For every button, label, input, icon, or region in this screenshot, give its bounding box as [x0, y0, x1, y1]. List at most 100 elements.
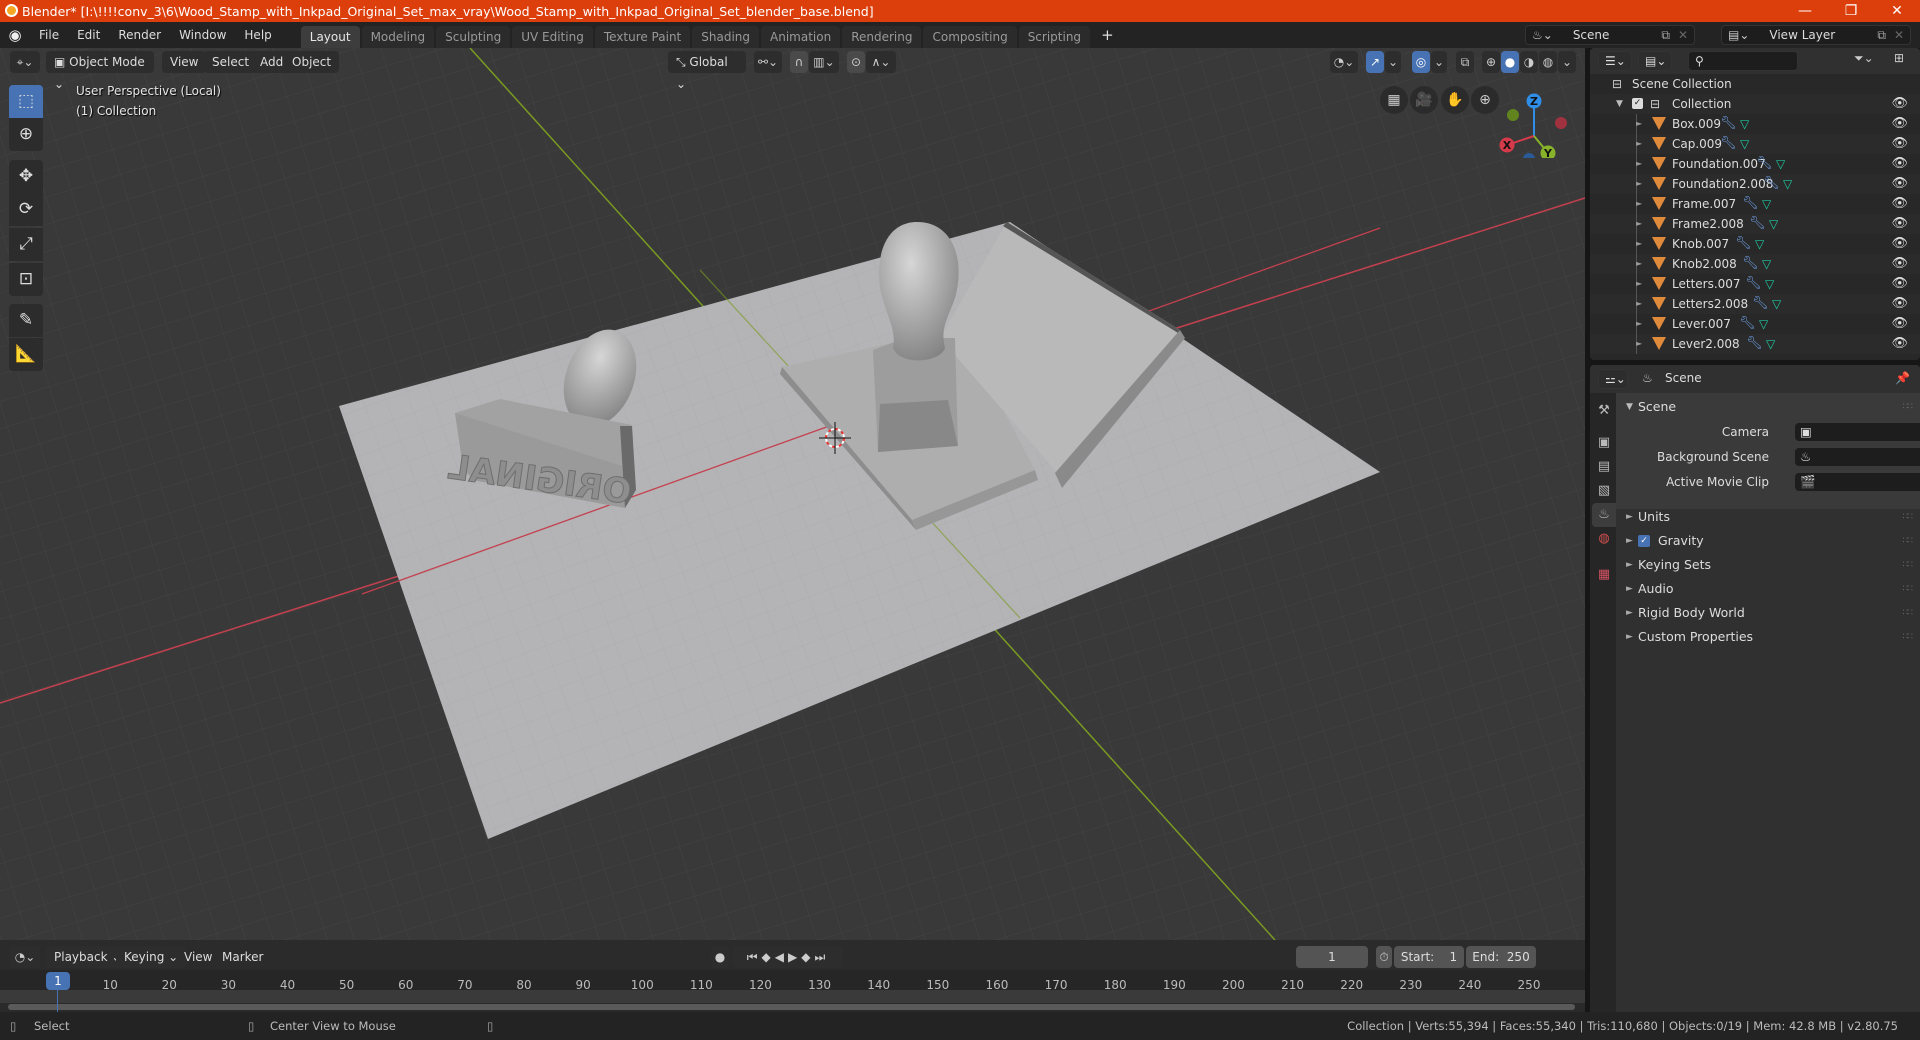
- section-custom-properties[interactable]: ► Custom Properties ∷∷: [1616, 625, 1920, 649]
- scene-tab-icon[interactable]: ♨: [1592, 503, 1616, 527]
- pan-hand-icon[interactable]: ✋: [1441, 86, 1469, 114]
- drag-grip-icon[interactable]: ∷∷: [1903, 505, 1914, 529]
- eye-icon[interactable]: 👁: [1891, 314, 1908, 334]
- tab-uv-editing[interactable]: UV Editing: [512, 26, 593, 48]
- expand-arrow-icon[interactable]: ►: [1636, 174, 1642, 194]
- gravity-checkbox[interactable]: ✓: [1638, 535, 1650, 547]
- jump-start-icon[interactable]: ⏮: [747, 950, 762, 964]
- drag-grip-icon[interactable]: ∷∷: [1903, 577, 1914, 601]
- shading-material-icon[interactable]: ◑: [1520, 51, 1538, 73]
- eye-icon[interactable]: 👁: [1891, 254, 1908, 274]
- transform-tool-icon[interactable]: ⊡: [9, 263, 43, 296]
- tab-texture-paint[interactable]: Texture Paint: [594, 26, 691, 48]
- section-keying-sets[interactable]: ► Keying Sets ∷∷: [1616, 553, 1920, 577]
- visibility-selectability-icon[interactable]: ◔⌄: [1330, 51, 1358, 73]
- tab-shading[interactable]: Shading: [692, 26, 759, 48]
- modifier-wrench-icon[interactable]: 🔧︎: [1752, 294, 1769, 314]
- camera-field[interactable]: ▣✎: [1795, 423, 1920, 441]
- mesh-data-icon[interactable]: ▽: [1776, 154, 1785, 174]
- minimize-button[interactable]: —: [1782, 0, 1828, 22]
- outliner-object-row[interactable]: ► Letters2.008 🔧︎ ▽ 👁: [1590, 294, 1920, 314]
- drag-grip-icon[interactable]: ∷∷: [1903, 395, 1914, 419]
- transform-orientation-dropdown[interactable]: ⤡ Global ⌄: [668, 51, 746, 91]
- xray-toggle-icon[interactable]: ⧉: [1456, 51, 1474, 73]
- start-frame-field[interactable]: Start: 1: [1394, 946, 1464, 968]
- annotate-tool-icon[interactable]: ✎: [9, 304, 43, 337]
- remove-view-layer-icon[interactable]: ✕: [1894, 28, 1904, 42]
- modifier-wrench-icon[interactable]: 🔧︎: [1742, 194, 1759, 214]
- outliner-object-row[interactable]: ► Frame.007 🔧︎ ▽ 👁: [1590, 194, 1920, 214]
- proportional-falloff-icon[interactable]: ∧⌄: [866, 51, 896, 73]
- expand-arrow-icon[interactable]: ►: [1636, 214, 1642, 234]
- section-audio[interactable]: ► Audio ∷∷: [1616, 577, 1920, 601]
- remove-scene-icon[interactable]: ✕: [1678, 28, 1688, 42]
- modifier-wrench-icon[interactable]: 🔧︎: [1746, 334, 1763, 354]
- mesh-data-icon[interactable]: ▽: [1769, 214, 1778, 234]
- expand-arrow-icon[interactable]: ►: [1636, 294, 1642, 314]
- cursor-tool-icon[interactable]: ⊕: [9, 118, 43, 151]
- eye-icon[interactable]: 👁: [1891, 114, 1908, 134]
- expand-arrow-icon[interactable]: ►: [1636, 234, 1642, 254]
- eye-icon[interactable]: 👁: [1891, 134, 1908, 154]
- menu-edit[interactable]: Edit: [68, 22, 109, 48]
- menu-help[interactable]: Help: [235, 22, 280, 48]
- active-movie-clip-field[interactable]: 🎬: [1795, 473, 1920, 491]
- modifier-wrench-icon[interactable]: 🔧︎: [1735, 234, 1752, 254]
- drag-grip-icon[interactable]: ∷∷: [1903, 625, 1914, 649]
- blender-menu-icon[interactable]: ◉: [0, 26, 30, 44]
- display-mode-icon[interactable]: ▤⌄: [1638, 51, 1672, 71]
- shading-dropdown-icon[interactable]: ⌄: [1558, 51, 1576, 73]
- eye-icon[interactable]: 👁: [1891, 94, 1908, 114]
- proportional-edit-icon[interactable]: ⊙: [847, 51, 865, 73]
- modifier-wrench-icon[interactable]: 🔧︎: [1745, 274, 1762, 294]
- expand-arrow-icon[interactable]: ►: [1636, 194, 1642, 214]
- shading-solid-icon[interactable]: ●: [1501, 51, 1519, 73]
- mesh-data-icon[interactable]: ▽: [1755, 234, 1764, 254]
- section-units[interactable]: ► Units ∷∷: [1616, 505, 1920, 529]
- toggle-ortho-icon[interactable]: ▦: [1380, 86, 1408, 114]
- filter-icon[interactable]: ⏷⌄: [1854, 51, 1874, 66]
- mesh-data-icon[interactable]: ▽: [1740, 134, 1749, 154]
- duplicate-view-layer-icon[interactable]: ⧉: [1877, 28, 1886, 43]
- modifier-wrench-icon[interactable]: 🔧︎: [1756, 154, 1773, 174]
- zoom-icon[interactable]: ⊕: [1471, 86, 1499, 114]
- collection-checkbox[interactable]: ✓: [1632, 98, 1643, 109]
- viewport-menu-view[interactable]: View: [162, 51, 207, 73]
- mesh-data-icon[interactable]: ▽: [1762, 194, 1771, 214]
- expand-arrow-icon[interactable]: ►: [1636, 254, 1642, 274]
- mesh-data-icon[interactable]: ▽: [1783, 174, 1792, 194]
- add-workspace-button[interactable]: +: [1092, 22, 1123, 48]
- gizmo-dropdown-icon[interactable]: ⌄: [1385, 51, 1401, 73]
- render-tab-icon[interactable]: ▣: [1592, 431, 1616, 455]
- timeline-scrollbar[interactable]: [8, 1004, 1575, 1010]
- tab-compositing[interactable]: Compositing: [923, 26, 1017, 48]
- outliner-object-row[interactable]: ► Lever.007 🔧︎ ▽ 👁: [1590, 314, 1920, 334]
- timeline-editor-type-icon[interactable]: ◔⌄: [10, 946, 40, 968]
- outliner-object-row[interactable]: ► Frame2.008 🔧︎ ▽ 👁: [1590, 214, 1920, 234]
- expand-arrow-icon[interactable]: ►: [1636, 114, 1642, 134]
- outliner-object-row[interactable]: ► Letters.007 🔧︎ ▽ 👁: [1590, 274, 1920, 294]
- section-rigid-body-world[interactable]: ► Rigid Body World ∷∷: [1616, 601, 1920, 625]
- modifier-wrench-icon[interactable]: 🔧︎: [1739, 314, 1756, 334]
- camera-view-icon[interactable]: 🎥: [1410, 86, 1438, 114]
- outliner-object-row[interactable]: ► Knob2.008 🔧︎ ▽ 👁: [1590, 254, 1920, 274]
- pin-icon[interactable]: 📌: [1895, 371, 1910, 385]
- jump-end-icon[interactable]: ⏭: [814, 950, 829, 964]
- expand-arrow-icon[interactable]: ►: [1636, 334, 1642, 354]
- outliner-search-input[interactable]: ⚲: [1688, 51, 1798, 71]
- scene-collection-row[interactable]: ⊟ Scene Collection: [1590, 74, 1920, 94]
- measure-tool-icon[interactable]: 📐: [9, 338, 43, 371]
- next-keyframe-icon[interactable]: ◆: [801, 950, 814, 964]
- object-mode-dropdown[interactable]: ▣ Object Mode ⌄: [46, 51, 154, 91]
- outliner-object-row[interactable]: ► Foundation2.008 🔧︎ ▽ 👁: [1590, 174, 1920, 194]
- stopwatch-icon[interactable]: ⏱: [1376, 946, 1392, 968]
- close-button[interactable]: ✕: [1874, 0, 1920, 22]
- eye-icon[interactable]: 👁: [1891, 334, 1908, 354]
- duplicate-scene-icon[interactable]: ⧉: [1661, 28, 1670, 43]
- playback-controls[interactable]: ⏮◆◀▶◆⏭: [733, 946, 843, 968]
- end-frame-field[interactable]: End: 250: [1466, 946, 1536, 968]
- shading-wireframe-icon[interactable]: ⊕: [1482, 51, 1500, 73]
- select-box-tool-icon[interactable]: ⬚: [9, 85, 43, 118]
- playhead-marker[interactable]: 1: [46, 972, 70, 990]
- mesh-data-icon[interactable]: ▽: [1759, 314, 1768, 334]
